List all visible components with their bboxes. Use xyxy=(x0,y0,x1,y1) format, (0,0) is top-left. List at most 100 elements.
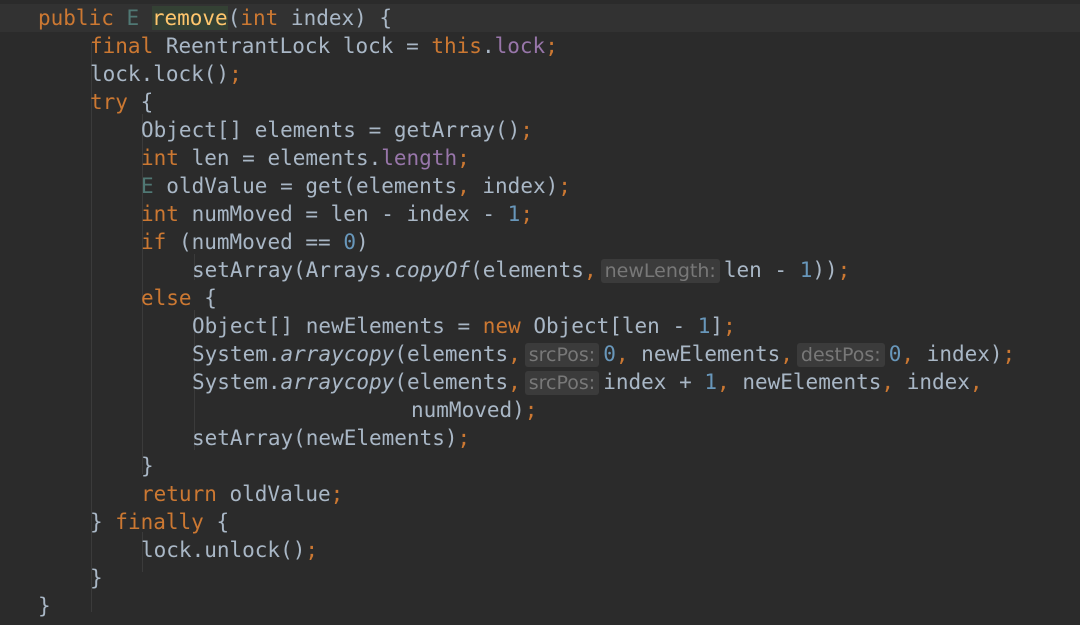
semicolon: ; xyxy=(457,146,470,170)
code-text: { xyxy=(203,510,230,534)
code-line-9[interactable]: if (numMoved == 0) xyxy=(0,228,1080,256)
code-text: setArray(newElements) xyxy=(192,426,458,450)
parameter-hint: destPos: xyxy=(796,343,885,367)
code-text: numMoved = len - index - xyxy=(178,202,508,226)
semicolon: ; xyxy=(305,538,319,562)
code-line-3[interactable]: lock.lock(); xyxy=(0,60,1080,88)
code-line-22[interactable]: } xyxy=(0,592,1080,620)
code-text: lock.unlock() xyxy=(141,538,306,562)
comma: , xyxy=(717,370,730,394)
keyword: return xyxy=(141,482,217,506)
code-line-15[interactable]: numMoved); xyxy=(0,396,1080,424)
semicolon: ; xyxy=(520,118,533,142)
semicolon: ; xyxy=(1002,342,1016,366)
semicolon: ; xyxy=(520,202,533,226)
code-text: index) { xyxy=(278,6,393,30)
semicolon: ; xyxy=(558,174,571,198)
static-method-call: copyOf xyxy=(394,258,471,282)
number-literal: 0 xyxy=(603,342,616,366)
code-line-8[interactable]: int numMoved = len - index - 1; xyxy=(0,200,1080,228)
keyword: int xyxy=(141,146,179,170)
code-text: newElements xyxy=(729,370,882,394)
comma: , xyxy=(780,342,793,366)
code-line-1[interactable]: public E remove(int index) { xyxy=(0,4,1080,32)
semicolon: ; xyxy=(545,34,558,58)
code-line-21[interactable]: } xyxy=(0,564,1080,592)
semicolon: ; xyxy=(330,482,344,506)
code-text: Object[] newElements = xyxy=(192,314,483,338)
code-text: } xyxy=(90,566,103,590)
code-line-16[interactable]: setArray(newElements); xyxy=(0,424,1080,452)
code-text: newElements xyxy=(628,342,781,366)
code-text: ] xyxy=(710,314,724,338)
keyword: public xyxy=(38,6,114,30)
code-text: { xyxy=(191,286,217,310)
code-text: ( xyxy=(227,6,241,30)
code-text: index) xyxy=(914,342,1003,366)
code-line-7[interactable]: E oldValue = get(elements, index); xyxy=(0,172,1080,200)
method-name: remove xyxy=(151,6,228,30)
code-text: oldValue = get(elements xyxy=(153,174,458,198)
code-line-20[interactable]: lock.unlock(); xyxy=(0,536,1080,564)
code-text: (elements xyxy=(470,258,584,282)
comma: , xyxy=(881,370,895,394)
keyword: final xyxy=(90,34,154,58)
comma: , xyxy=(457,174,470,198)
code-text: (elements xyxy=(394,342,509,366)
code-line-17[interactable]: } xyxy=(0,452,1080,480)
code-line-14[interactable]: System.arraycopy(elements, srcPos: index +… xyxy=(0,368,1080,396)
code-text: Object[] elements = getArray() xyxy=(141,118,521,142)
semicolon: ; xyxy=(229,62,242,86)
code-text: (numMoved == xyxy=(166,230,344,254)
parameter-hint: srcPos: xyxy=(524,343,600,367)
keyword: new xyxy=(482,314,521,338)
code-text: oldValue xyxy=(216,482,331,506)
number-literal: 0 xyxy=(343,230,356,254)
keyword: finally xyxy=(115,510,204,534)
code-text: lock.lock() xyxy=(90,62,230,86)
code-line-12[interactable]: Object[] newElements = new Object[len - … xyxy=(0,312,1080,340)
code-text: ) xyxy=(355,230,369,254)
code-line-6[interactable]: int len = elements.length; xyxy=(0,144,1080,172)
comma: , xyxy=(901,342,915,366)
code-line-18[interactable]: return oldValue; xyxy=(0,480,1080,508)
code-line-10[interactable]: setArray(Arrays.copyOf(elements, newLengt… xyxy=(0,256,1080,284)
code-text: (elements xyxy=(394,370,509,394)
code-text: { xyxy=(127,90,154,114)
code-line-19[interactable]: } finally { xyxy=(0,508,1080,536)
comma: , xyxy=(969,370,983,394)
code-editor[interactable]: public E remove(int index) { final Reent… xyxy=(0,0,1080,625)
code-line-2[interactable]: final ReentrantLock lock = this.lock; xyxy=(0,32,1080,60)
code-text: numMoved) xyxy=(411,398,525,422)
static-method-call: arraycopy xyxy=(280,342,395,366)
code-line-11[interactable]: else { xyxy=(0,284,1080,312)
parameter-hint: srcPos: xyxy=(524,371,600,395)
type-parameter: E xyxy=(126,6,140,30)
code-text: } xyxy=(38,594,51,618)
code-text: index) xyxy=(469,174,559,198)
keyword: else xyxy=(141,286,192,310)
comma: , xyxy=(508,342,521,366)
comma: , xyxy=(508,370,521,394)
keyword: int xyxy=(240,6,279,30)
code-text: Object[len - xyxy=(520,314,698,338)
number-literal: 1 xyxy=(704,370,718,394)
code-text: . xyxy=(481,34,495,58)
code-line-4[interactable]: try { xyxy=(0,88,1080,116)
code-text: len = elements. xyxy=(178,146,382,170)
code-text: System. xyxy=(192,370,281,394)
type-parameter: E xyxy=(141,174,154,198)
code-line-13[interactable]: System.arraycopy(elements, srcPos: 0, newE… xyxy=(0,340,1080,368)
semicolon: ; xyxy=(524,398,538,422)
code-text: index xyxy=(894,370,970,394)
code-text: System. xyxy=(192,342,281,366)
field-reference: length xyxy=(381,146,458,170)
keyword: int xyxy=(141,202,179,226)
field-reference: lock xyxy=(494,34,546,58)
keyword: this xyxy=(431,34,482,58)
keyword: try xyxy=(90,90,128,114)
code-line-5[interactable]: Object[] elements = getArray(); xyxy=(0,116,1080,144)
code-text: } xyxy=(90,510,116,534)
comma: , xyxy=(583,258,597,282)
code-text: setArray(Arrays. xyxy=(192,258,395,282)
